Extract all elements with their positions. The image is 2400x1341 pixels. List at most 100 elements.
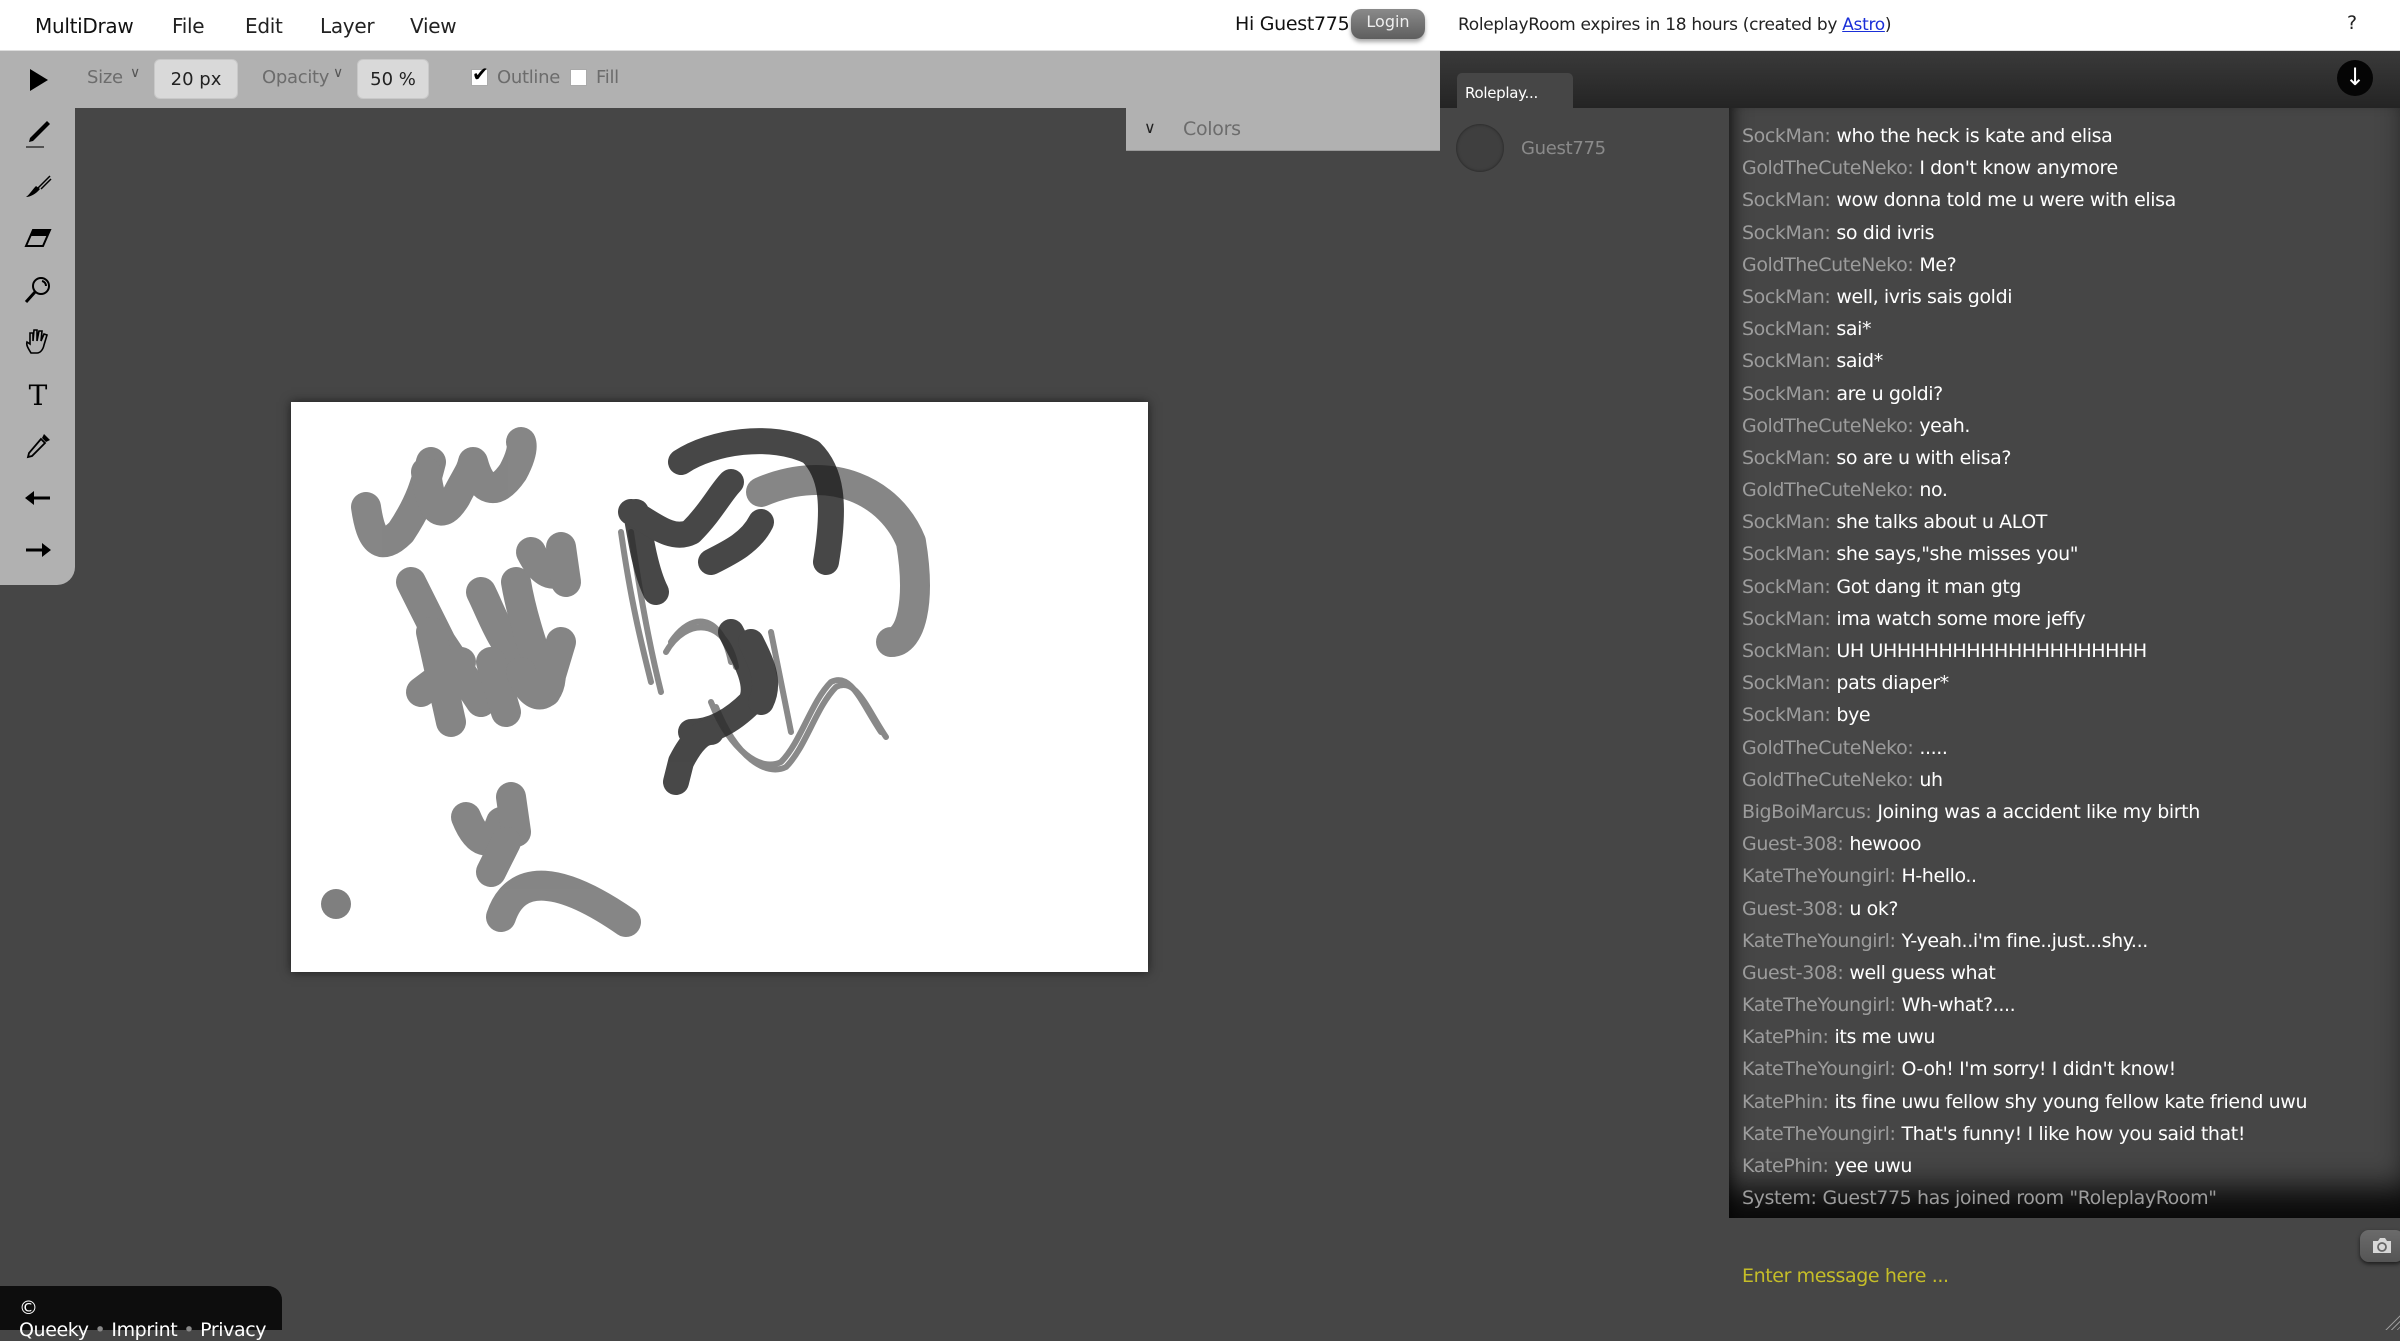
chat-message: KateTheYoungirl: That's funny! I like how… bbox=[1742, 1118, 2390, 1150]
tool-panel: T bbox=[0, 51, 75, 585]
hand-tool[interactable] bbox=[19, 323, 57, 361]
camera-icon bbox=[2373, 1238, 2391, 1253]
chat-text: That's funny! I like how you said that! bbox=[1901, 1122, 2246, 1145]
chat-author[interactable]: SockMan: bbox=[1742, 608, 1831, 630]
chat-text: yeah. bbox=[1919, 414, 1970, 437]
chat-author[interactable]: Guest-308: bbox=[1742, 898, 1844, 920]
user-list-item[interactable]: Guest775 bbox=[1456, 124, 1606, 172]
chat-author[interactable]: GoldTheCuteNeko: bbox=[1742, 415, 1914, 437]
chat-author[interactable]: GoldTheCuteNeko: bbox=[1742, 769, 1914, 791]
menu-layer[interactable]: Layer bbox=[320, 14, 375, 38]
privacy-link[interactable]: Privacy bbox=[200, 1319, 266, 1341]
chat-author[interactable]: KateTheYoungirl: bbox=[1742, 994, 1896, 1016]
zoom-tool[interactable] bbox=[19, 271, 57, 309]
menu-view[interactable]: View bbox=[410, 14, 457, 38]
chat-message: SockMan: are u goldi? bbox=[1742, 378, 2390, 410]
chat-author[interactable]: GoldTheCuteNeko: bbox=[1742, 254, 1914, 276]
chat-author[interactable]: SockMan: bbox=[1742, 511, 1831, 533]
help-button[interactable]: ? bbox=[2347, 12, 2357, 34]
chat-text: who the heck is kate and elisa bbox=[1836, 125, 2113, 147]
pen-tool[interactable] bbox=[19, 115, 57, 153]
canvas-drawing bbox=[321, 427, 930, 937]
chat-text: I don't know anymore bbox=[1919, 157, 2118, 180]
chat-log[interactable]: SockMan: who the heck is kate and elisa Go… bbox=[1729, 108, 2400, 1218]
chat-author[interactable]: SockMan: bbox=[1742, 704, 1831, 726]
brush-tool[interactable] bbox=[19, 167, 57, 205]
chat-author[interactable]: KatePhin: bbox=[1742, 1091, 1829, 1113]
opacity-label[interactable]: Opacity bbox=[262, 67, 329, 88]
chat-message-input[interactable] bbox=[1729, 1218, 2329, 1318]
opacity-input[interactable]: 50 % bbox=[357, 59, 429, 99]
login-button[interactable]: Login bbox=[1351, 9, 1425, 39]
colors-label[interactable]: Colors bbox=[1183, 118, 1241, 140]
redo-button[interactable] bbox=[19, 531, 57, 569]
menu-edit[interactable]: Edit bbox=[245, 14, 283, 38]
chat-message: SockMan: so did ivris bbox=[1742, 217, 2390, 249]
colors-panel[interactable]: ∨ Colors bbox=[1126, 108, 1440, 151]
chat-author[interactable]: SockMan: bbox=[1742, 286, 1831, 308]
camera-button[interactable] bbox=[2360, 1230, 2400, 1262]
chat-author[interactable]: KatePhin: bbox=[1742, 1026, 1829, 1048]
arrow-left-icon bbox=[25, 491, 50, 505]
room-creator-link[interactable]: Astro bbox=[1842, 15, 1885, 35]
chat-author[interactable]: SockMan: bbox=[1742, 576, 1831, 598]
chat-text: Y-yeah..i'm fine..just...shy... bbox=[1901, 929, 2148, 952]
chat-author[interactable]: SockMan: bbox=[1742, 350, 1831, 372]
chat-author[interactable]: KateTheYoungirl: bbox=[1742, 1123, 1896, 1145]
chat-author[interactable]: SockMan: bbox=[1742, 318, 1831, 340]
room-tab[interactable]: Roleplay... bbox=[1457, 73, 1573, 108]
outline-checkbox[interactable] bbox=[471, 62, 489, 86]
size-chevron-icon[interactable]: ∨ bbox=[130, 65, 140, 81]
chat-author[interactable]: BigBoiMarcus: bbox=[1742, 801, 1872, 823]
select-tool[interactable] bbox=[19, 61, 57, 99]
chat-author[interactable]: SockMan: bbox=[1742, 640, 1831, 662]
chat-message: BigBoiMarcus: Joining was a accident like… bbox=[1742, 796, 2390, 828]
chat-author[interactable]: GoldTheCuteNeko: bbox=[1742, 157, 1914, 179]
chat-author[interactable]: SockMan: bbox=[1742, 383, 1831, 405]
chat-author[interactable]: SockMan: bbox=[1742, 447, 1831, 469]
chat-text: so did ivris bbox=[1836, 221, 1935, 244]
drawing-canvas[interactable] bbox=[291, 402, 1148, 972]
eyedropper-icon bbox=[26, 434, 50, 459]
imprint-link[interactable]: Imprint bbox=[111, 1319, 177, 1341]
text-tool[interactable]: T bbox=[19, 375, 57, 413]
chat-author[interactable]: Guest-308: bbox=[1742, 962, 1844, 984]
app-brand[interactable]: MultiDraw bbox=[35, 14, 134, 38]
chat-author[interactable]: System: bbox=[1742, 1187, 1817, 1209]
chat-text: Joining was a accident like my birth bbox=[1877, 800, 2200, 823]
chat-text: ima watch some more jeffy bbox=[1836, 607, 2086, 630]
outline-label[interactable]: Outline bbox=[497, 67, 560, 88]
chat-author[interactable]: KateTheYoungirl: bbox=[1742, 1058, 1896, 1080]
chevron-down-icon[interactable]: ∨ bbox=[1144, 118, 1156, 137]
menu-file[interactable]: File bbox=[172, 14, 205, 38]
chat-author[interactable]: KateTheYoungirl: bbox=[1742, 930, 1896, 952]
chat-author[interactable]: GoldTheCuteNeko: bbox=[1742, 737, 1914, 759]
chat-author[interactable]: GoldTheCuteNeko: bbox=[1742, 479, 1914, 501]
chat-message: GoldTheCuteNeko: yeah. bbox=[1742, 410, 2390, 442]
chat-author[interactable]: KatePhin: bbox=[1742, 1155, 1829, 1177]
chat-author[interactable]: SockMan: bbox=[1742, 543, 1831, 565]
chat-text: uh bbox=[1919, 768, 1943, 791]
eraser-tool[interactable] bbox=[19, 219, 57, 257]
chat-message: SockMan: said* bbox=[1742, 345, 2390, 377]
chat-author[interactable]: SockMan: bbox=[1742, 672, 1831, 694]
chat-message: SockMan: she talks about u ALOT bbox=[1742, 506, 2390, 538]
fill-label[interactable]: Fill bbox=[596, 67, 619, 88]
fill-checkbox[interactable] bbox=[570, 69, 587, 86]
chat-message: GoldTheCuteNeko: uh bbox=[1742, 764, 2390, 796]
undo-button[interactable] bbox=[19, 479, 57, 517]
download-icon[interactable]: ↓ bbox=[2337, 60, 2373, 96]
chat-author[interactable]: KateTheYoungirl: bbox=[1742, 865, 1896, 887]
chat-messages: SockMan: who the heck is kate and elisa Go… bbox=[1742, 120, 2390, 1214]
chat-author[interactable]: SockMan: bbox=[1742, 125, 1831, 147]
chat-author[interactable]: SockMan: bbox=[1742, 222, 1831, 244]
chat-author[interactable]: SockMan: bbox=[1742, 189, 1831, 211]
chat-text: u ok? bbox=[1849, 897, 1899, 920]
eyedropper-tool[interactable] bbox=[19, 427, 57, 465]
size-label[interactable]: Size bbox=[87, 67, 123, 88]
opacity-chevron-icon[interactable]: ∨ bbox=[333, 65, 343, 81]
resize-grip[interactable] bbox=[2382, 1312, 2400, 1330]
size-input[interactable]: 20 px bbox=[154, 59, 238, 99]
chat-author[interactable]: Guest-308: bbox=[1742, 833, 1844, 855]
copyright-link[interactable]: © Queeky bbox=[19, 1297, 89, 1341]
